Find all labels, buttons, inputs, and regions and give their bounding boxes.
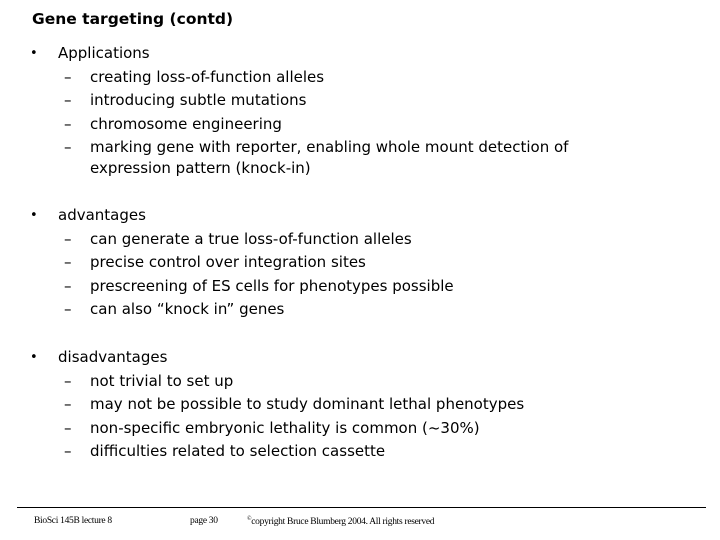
section-advantages: • advantages – can generate a true loss-… <box>0 204 720 322</box>
dash-icon: – <box>64 418 72 437</box>
sub-item-text: may not be possible to study dominant le… <box>90 395 525 413</box>
sub-item-text: not trivial to set up <box>90 371 234 390</box>
sub-item-text: non-specific embryonic lethality is comm… <box>90 418 480 437</box>
sub-item: – precise control over integration sites <box>0 251 720 275</box>
sub-item-text: can also “knock in” genes <box>90 300 285 318</box>
footer-divider <box>17 507 706 508</box>
footer-copyright: ©copyright Bruce Blumberg 2004. All righ… <box>247 516 435 528</box>
footer-page-number: page 30 <box>190 516 218 526</box>
dash-icon: – <box>64 138 72 156</box>
footer-course: BioSci 145B lecture 8 <box>34 516 112 526</box>
sub-item-text: precise control over integration sites <box>90 253 366 271</box>
sub-item-text: can generate a true loss-of-function all… <box>90 229 412 248</box>
sub-item-text: marking gene with reporter, enabling who… <box>90 138 569 177</box>
bullet-item: • Applications <box>0 42 720 66</box>
sub-item: – prescreening of ES cells for phenotype… <box>0 275 720 299</box>
bullet-label: disadvantages <box>58 348 168 366</box>
bullet-icon: • <box>30 46 38 61</box>
section-applications: • Applications – creating loss-of-functi… <box>0 42 720 179</box>
dash-icon: – <box>64 442 72 460</box>
dash-icon: – <box>64 229 72 248</box>
sub-item-text: chromosome engineering <box>90 114 282 133</box>
dash-icon: – <box>64 114 72 133</box>
dash-icon: – <box>64 253 72 271</box>
bullet-label: advantages <box>58 206 146 224</box>
dash-icon: – <box>64 91 72 109</box>
bullet-label: Applications <box>58 44 150 62</box>
sub-item-text: introducing subtle mutations <box>90 91 307 109</box>
sub-item: – can also “knock in” genes <box>0 298 720 322</box>
dash-icon: – <box>64 276 72 295</box>
sub-item: – creating loss-of-function alleles <box>0 66 720 90</box>
dash-icon: – <box>64 395 72 413</box>
slide-title: Gene targeting (contd) <box>32 10 234 28</box>
sub-item: – introducing subtle mutations <box>0 89 720 113</box>
sub-item-text: creating loss-of-function alleles <box>90 67 325 86</box>
sub-item: – non-specific embryonic lethality is co… <box>0 417 720 441</box>
sub-item: – marking gene with reporter, enabling w… <box>0 136 720 179</box>
bullet-item: • advantages <box>0 204 720 228</box>
dash-icon: – <box>64 67 72 86</box>
sub-item: – can generate a true loss-of-function a… <box>0 228 720 252</box>
sub-item-text: difficulties related to selection casset… <box>90 442 386 460</box>
sub-item-text: prescreening of ES cells for phenotypes … <box>90 276 454 295</box>
footer-copyright-text: copyright Bruce Blumberg 2004. All right… <box>251 517 435 528</box>
bullet-item: • disadvantages <box>0 346 720 370</box>
sub-item: – difficulties related to selection cass… <box>0 440 720 464</box>
sub-item: – not trivial to set up <box>0 370 720 394</box>
dash-icon: – <box>64 371 72 390</box>
bullet-icon: • <box>30 208 38 223</box>
section-disadvantages: • disadvantages – not trivial to set up … <box>0 346 720 464</box>
dash-icon: – <box>64 300 72 318</box>
sub-item: – may not be possible to study dominant … <box>0 393 720 417</box>
sub-item: – chromosome engineering <box>0 113 720 137</box>
bullet-icon: • <box>30 350 38 365</box>
